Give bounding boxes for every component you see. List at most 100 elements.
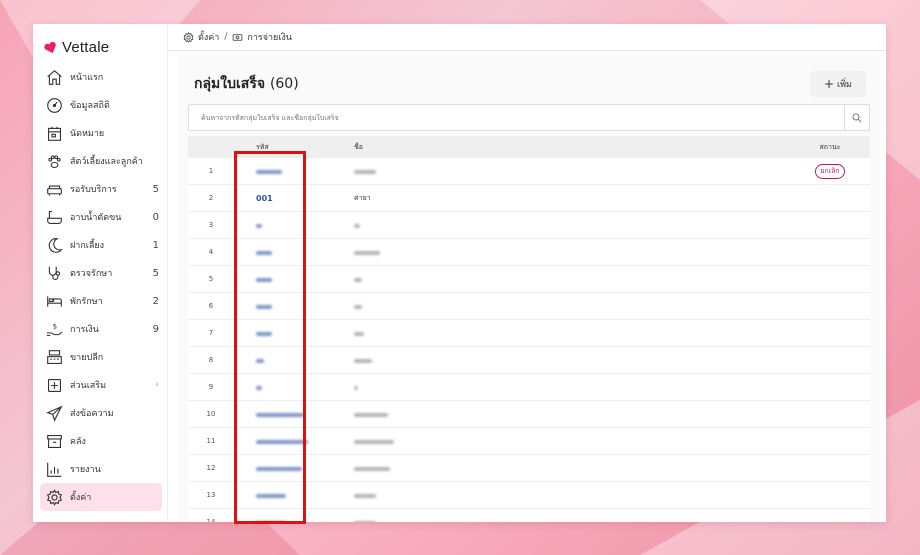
sidebar-item-messages[interactable]: ส่งข้อความ bbox=[33, 399, 167, 427]
svg-text:$: $ bbox=[52, 322, 56, 330]
row-code-cell bbox=[234, 410, 339, 419]
sidebar-item-label: ส่งข้อความ bbox=[70, 409, 114, 419]
row-number: 14 bbox=[206, 518, 216, 522]
redacted-code[interactable] bbox=[256, 169, 282, 174]
table-row[interactable]: 7 bbox=[188, 320, 870, 347]
row-name-cell: ค่ายา bbox=[339, 193, 790, 204]
dashboard-icon bbox=[45, 96, 63, 114]
search-input[interactable] bbox=[189, 113, 844, 122]
column-header-status: สถานะ bbox=[819, 142, 841, 151]
row-code-cell bbox=[234, 437, 339, 446]
sidebar-item-addons[interactable]: ส่วนเสริม › bbox=[33, 371, 167, 399]
sidebar-item-grooming[interactable]: อาบน้ำตัดขน 0 bbox=[33, 203, 167, 231]
moon-icon bbox=[45, 236, 63, 254]
sidebar-item-count: 5 bbox=[152, 267, 159, 279]
sidebar-item-boarding[interactable]: ฝากเลี้ยง 1 bbox=[33, 231, 167, 259]
redacted-code[interactable] bbox=[256, 466, 302, 471]
redacted-code[interactable] bbox=[256, 331, 272, 336]
sofa-icon bbox=[45, 180, 63, 198]
row-name-cell bbox=[339, 248, 790, 257]
redacted-name bbox=[354, 385, 358, 390]
row-name-text: ค่ายา bbox=[354, 193, 371, 202]
row-number: 1 bbox=[208, 167, 214, 175]
row-number: 4 bbox=[208, 248, 214, 256]
sidebar-item-treatment[interactable]: ตรวจรักษา 5 bbox=[33, 259, 167, 287]
sidebar-item-label: พักรักษา bbox=[70, 297, 103, 307]
table-row[interactable]: 10 bbox=[188, 401, 870, 428]
money-hand-icon: $ bbox=[45, 320, 63, 338]
row-number: 12 bbox=[206, 464, 216, 472]
add-button[interactable]: + เพิ่ม bbox=[810, 71, 866, 97]
sidebar-item-count: 9 bbox=[152, 323, 159, 335]
breadcrumb-settings[interactable]: ตั้งค่า bbox=[183, 30, 219, 44]
row-name-cell bbox=[339, 167, 790, 176]
sidebar-item-label: ฝากเลี้ยง bbox=[70, 241, 105, 251]
search-bar bbox=[188, 104, 870, 131]
calendar-icon bbox=[45, 124, 63, 142]
redacted-code[interactable] bbox=[256, 493, 286, 498]
cash-register-icon bbox=[45, 348, 63, 366]
sidebar-item-appointments[interactable]: นัดหมาย bbox=[33, 119, 167, 147]
table-row[interactable]: 5 bbox=[188, 266, 870, 293]
row-code-cell bbox=[234, 383, 339, 392]
receipt-groups-table: รหัส ชื่อ สถานะ 1 ยกเลิก 2 001 ค่ายา 3 4 5 6 7 8 9 1… bbox=[188, 136, 870, 522]
sidebar-item-inventory[interactable]: คลัง bbox=[33, 427, 167, 455]
row-name-cell bbox=[339, 437, 790, 446]
row-name-cell bbox=[339, 464, 790, 473]
row-code-link[interactable]: 001 bbox=[256, 194, 273, 203]
redacted-name bbox=[354, 250, 380, 255]
breadcrumb-payment[interactable]: การจ่ายเงิน bbox=[232, 30, 292, 44]
table-row[interactable]: 2 001 ค่ายา bbox=[188, 185, 870, 212]
redacted-code[interactable] bbox=[256, 520, 286, 522]
redacted-code[interactable] bbox=[256, 385, 262, 390]
row-number: 9 bbox=[208, 383, 214, 391]
sidebar-item-statistics[interactable]: ข้อมูลสถิติ bbox=[33, 91, 167, 119]
sidebar-item-waiting[interactable]: รอรับบริการ 5 bbox=[33, 175, 167, 203]
table-row[interactable]: 3 bbox=[188, 212, 870, 239]
redacted-code[interactable] bbox=[256, 223, 262, 228]
sidebar-item-label: ตรวจรักษา bbox=[70, 269, 113, 279]
sidebar-item-inpatient[interactable]: พักรักษา 2 bbox=[33, 287, 167, 315]
sidebar-item-retail[interactable]: ขายปลีก bbox=[33, 343, 167, 371]
row-name-cell bbox=[339, 302, 790, 311]
sidebar-item-label: นัดหมาย bbox=[70, 129, 105, 139]
sidebar-item-home[interactable]: หน้าแรก bbox=[33, 63, 167, 91]
sidebar-item-label: หน้าแรก bbox=[70, 73, 104, 83]
redacted-name bbox=[354, 412, 388, 417]
redacted-code[interactable] bbox=[256, 412, 304, 417]
search-button[interactable] bbox=[844, 105, 869, 130]
sidebar-item-label: ส่วนเสริม bbox=[70, 381, 107, 391]
redacted-code[interactable] bbox=[256, 277, 272, 282]
logo[interactable]: Vettale bbox=[33, 24, 167, 58]
sidebar-nav: หน้าแรก ข้อมูลสถิติ นัดหมาย สัตว์เลี้ยงแ… bbox=[33, 63, 167, 511]
redacted-name bbox=[354, 439, 394, 444]
row-name-cell bbox=[339, 491, 790, 500]
row-code-cell bbox=[234, 248, 339, 257]
redacted-code[interactable] bbox=[256, 358, 264, 363]
table-row[interactable]: 12 bbox=[188, 455, 870, 482]
table-row[interactable]: 6 bbox=[188, 293, 870, 320]
table-row[interactable]: 13 bbox=[188, 482, 870, 509]
sidebar-item-pets-customers[interactable]: สัตว์เลี้ยงและลูกค้า bbox=[33, 147, 167, 175]
bar-chart-icon bbox=[45, 460, 63, 478]
table-row[interactable]: 8 bbox=[188, 347, 870, 374]
row-number: 7 bbox=[208, 329, 214, 337]
table-row[interactable]: 14 bbox=[188, 509, 870, 522]
row-code-cell bbox=[234, 491, 339, 500]
sidebar-item-finance[interactable]: $ การเงิน 9 bbox=[33, 315, 167, 343]
table-row[interactable]: 9 bbox=[188, 374, 870, 401]
table-row[interactable]: 1 ยกเลิก bbox=[188, 158, 870, 185]
table-row[interactable]: 4 bbox=[188, 239, 870, 266]
redacted-code[interactable] bbox=[256, 304, 272, 309]
sidebar-item-reports[interactable]: รายงาน bbox=[33, 455, 167, 483]
redacted-code[interactable] bbox=[256, 439, 308, 444]
redacted-code[interactable] bbox=[256, 250, 272, 255]
table-row[interactable]: 11 bbox=[188, 428, 870, 455]
column-header-name: ชื่อ bbox=[354, 142, 363, 151]
sidebar-item-settings[interactable]: ตั้งค่า bbox=[40, 483, 162, 511]
cash-icon bbox=[233, 33, 243, 41]
page-header: กลุ่มใบเสร็จ (60) + เพิ่ม bbox=[178, 56, 880, 98]
sidebar-item-label: รายงาน bbox=[70, 465, 101, 475]
sidebar-item-label: คลัง bbox=[70, 437, 86, 447]
row-code-cell: 001 bbox=[234, 194, 339, 203]
